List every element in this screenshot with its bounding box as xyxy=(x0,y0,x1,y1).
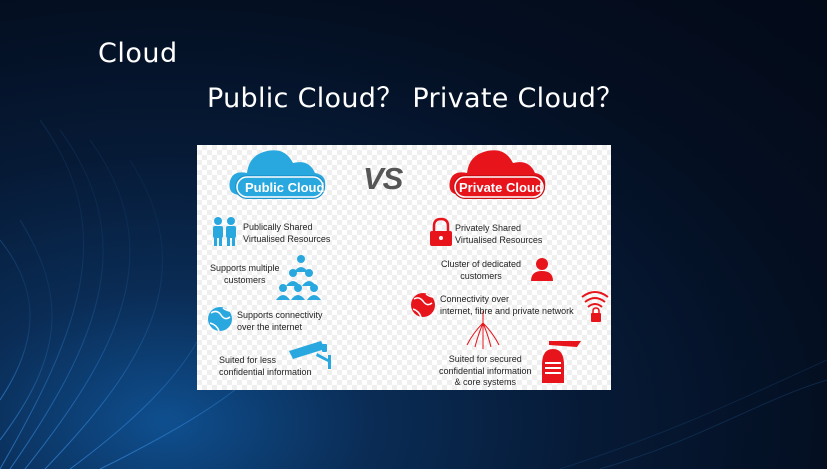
private-cloud-label: Private Cloud xyxy=(459,180,543,195)
feature-line: Cluster of dedicated xyxy=(441,259,522,269)
feature-line: confidential information xyxy=(219,366,312,377)
feature-line: Supports connectivity xyxy=(237,310,323,320)
public-feature-connectivity: Supports connectivity over the internet xyxy=(237,310,323,333)
private-feature-suited: Suited for secured confidential informat… xyxy=(439,354,532,389)
comparison-image: Public Cloud Private Cloud VS Publically… xyxy=(197,145,611,390)
knight-helmet-icon xyxy=(542,341,581,383)
feature-line: Virtualised Resources xyxy=(243,233,331,244)
feature-line: Supports multiple xyxy=(210,263,280,273)
private-feature-connectivity: Connectivity over internet, fibre and pr… xyxy=(440,294,574,317)
feature-line: over the internet xyxy=(237,321,303,332)
slide-subtitle: Public Cloud？ Private Cloud？ xyxy=(207,83,624,114)
public-cloud-label: Public Cloud xyxy=(245,180,325,195)
padlock-icon xyxy=(430,217,452,246)
vs-label: VS xyxy=(363,161,403,196)
feature-line: internet, fibre and private network xyxy=(440,305,574,316)
person-icon xyxy=(531,258,553,281)
feature-line: Connectivity over xyxy=(440,294,510,304)
globe-icon xyxy=(208,307,232,332)
private-feature-shared: Privately Shared Virtualised Resources xyxy=(455,223,542,246)
feature-line: Privately Shared xyxy=(455,223,522,233)
people-group-icon xyxy=(276,255,321,300)
feature-line: customers xyxy=(224,274,266,285)
feature-line: & core systems xyxy=(454,377,517,387)
feature-line: Virtualised Resources xyxy=(455,234,543,245)
slide-title: Cloud xyxy=(98,38,178,69)
feature-line: customers xyxy=(460,270,502,281)
public-feature-shared: Publically Shared Virtualised Resources xyxy=(243,222,330,245)
public-feature-customers: Supports multiple customers xyxy=(210,263,280,286)
feature-line: Suited for secured xyxy=(448,354,522,364)
private-feature-customers: Cluster of dedicated customers xyxy=(441,259,521,282)
public-feature-suited: Suited for less confidential information xyxy=(219,355,312,378)
feature-line: Suited for less xyxy=(219,355,277,365)
feature-line: confidential information xyxy=(439,365,532,376)
people-pair-icon xyxy=(213,217,236,246)
feature-line: Publically Shared xyxy=(243,222,313,232)
